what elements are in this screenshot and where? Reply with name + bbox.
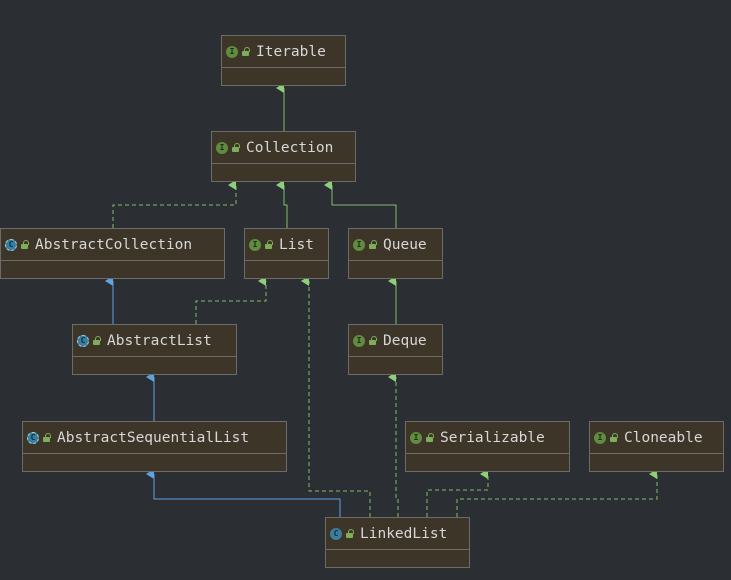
diagram-edges [105,83,658,517]
abstract-class-icon: C [27,431,39,444]
edge-linkedlist-serializable [426,469,489,517]
node-label: Collection [246,139,334,156]
abstract-class-icon: C [5,238,17,251]
abstract-class-icon: C [77,334,89,347]
public-lock-icon [231,143,240,152]
edge-linkedlist-abstractsequentiallist [146,469,341,517]
node-label: Iterable [256,43,326,60]
public-lock-icon [241,47,250,56]
uml-class-diagram: I Iterable I Collection C AbstractCollec… [0,0,731,580]
public-lock-icon [368,336,377,345]
node-abstract-sequential-list[interactable]: C AbstractSequentialList [22,421,287,472]
node-label: AbstractSequentialList [57,429,250,446]
node-label: AbstractList [107,332,212,349]
edge-queue-collection [324,180,397,228]
public-lock-icon [264,240,273,249]
node-label: List [279,236,314,253]
interface-icon: I [226,45,238,58]
interface-icon: I [594,431,606,444]
node-list[interactable]: I List [244,228,329,279]
node-abstract-list[interactable]: C AbstractList [72,324,237,375]
node-label: Deque [383,332,427,349]
interface-icon: I [353,238,365,251]
node-deque[interactable]: I Deque [348,324,443,375]
node-cloneable[interactable]: I Cloneable [589,421,724,472]
node-serializable[interactable]: I Serializable [405,421,570,472]
node-abstract-collection[interactable]: C AbstractCollection [0,228,225,279]
edge-linkedlist-cloneable [456,469,658,517]
edge-list-collection [276,180,288,228]
node-linked-list[interactable]: C LinkedList [325,517,470,568]
edge-linkedlist-deque [388,372,399,517]
edge-abstractlist-list [195,276,267,324]
edge-abstractcollection-collection [112,180,237,228]
public-lock-icon [368,240,377,249]
node-collection[interactable]: I Collection [211,131,356,182]
node-label: Queue [383,236,427,253]
public-lock-icon [92,336,101,345]
public-lock-icon [42,433,51,442]
public-lock-icon [345,529,354,538]
node-label: Cloneable [624,429,703,446]
interface-icon: I [410,431,422,444]
node-label: Serializable [440,429,545,446]
node-label: AbstractCollection [35,236,193,253]
node-iterable[interactable]: I Iterable [221,35,346,86]
interface-icon: I [216,141,228,154]
public-lock-icon [609,433,618,442]
interface-icon: I [249,238,261,251]
public-lock-icon [425,433,434,442]
node-queue[interactable]: I Queue [348,228,443,279]
interface-icon: I [353,334,365,347]
edge-linkedlist-list [301,276,371,517]
node-label: LinkedList [360,525,448,542]
public-lock-icon [20,240,29,249]
class-icon: C [330,527,342,540]
